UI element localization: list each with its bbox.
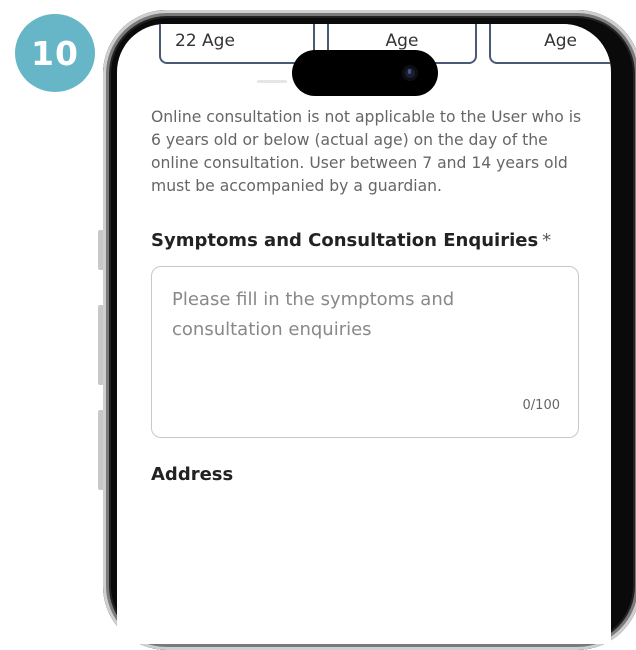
camera-icon <box>402 65 418 81</box>
symptoms-title-label: Symptoms and Consultation Enquiries <box>151 230 539 251</box>
age-option[interactable]: 22 Age <box>159 24 315 64</box>
symptoms-textarea[interactable]: Please fill in the symptoms and consulta… <box>151 266 579 438</box>
step-number-badge: 10 <box>15 14 95 92</box>
required-asterisk: * <box>542 230 552 251</box>
character-counter: 0/100 <box>522 398 560 413</box>
age-notice-text: Online consultation is not applicable to… <box>151 108 582 195</box>
age-option[interactable]: Age <box>489 24 611 64</box>
phone-screen: 22 Age Age Age Online consultation is no… <box>117 24 611 644</box>
symptoms-section-title: Symptoms and Consultation Enquiries * <box>151 230 551 251</box>
symptoms-placeholder: Please fill in the symptoms and consulta… <box>172 289 455 340</box>
divider <box>257 80 287 83</box>
dynamic-island <box>292 50 438 96</box>
address-section-title: Address <box>151 464 234 485</box>
